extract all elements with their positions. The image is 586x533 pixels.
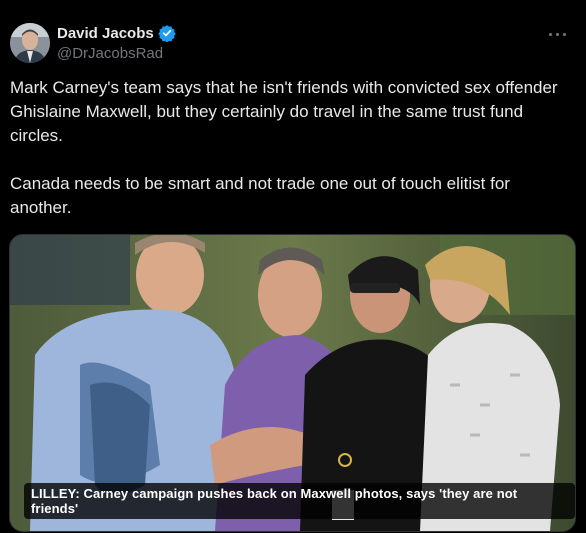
more-options-icon[interactable] — [546, 24, 570, 44]
media-caption: LILLEY: Carney campaign pushes back on M… — [24, 483, 575, 519]
avatar[interactable] — [10, 23, 50, 63]
handle[interactable]: @DrJacobsRad — [57, 45, 176, 62]
verified-badge-icon — [158, 24, 176, 43]
tweet-text: Mark Carney's team says that he isn't fr… — [10, 78, 558, 217]
display-name[interactable]: David Jacobs — [57, 25, 154, 42]
tweet-header: David Jacobs @DrJacobsRad — [10, 22, 576, 66]
tweet-media-photo[interactable]: LILLEY: Carney campaign pushes back on M… — [9, 234, 576, 532]
author-names: David Jacobs @DrJacobsRad — [57, 23, 176, 62]
